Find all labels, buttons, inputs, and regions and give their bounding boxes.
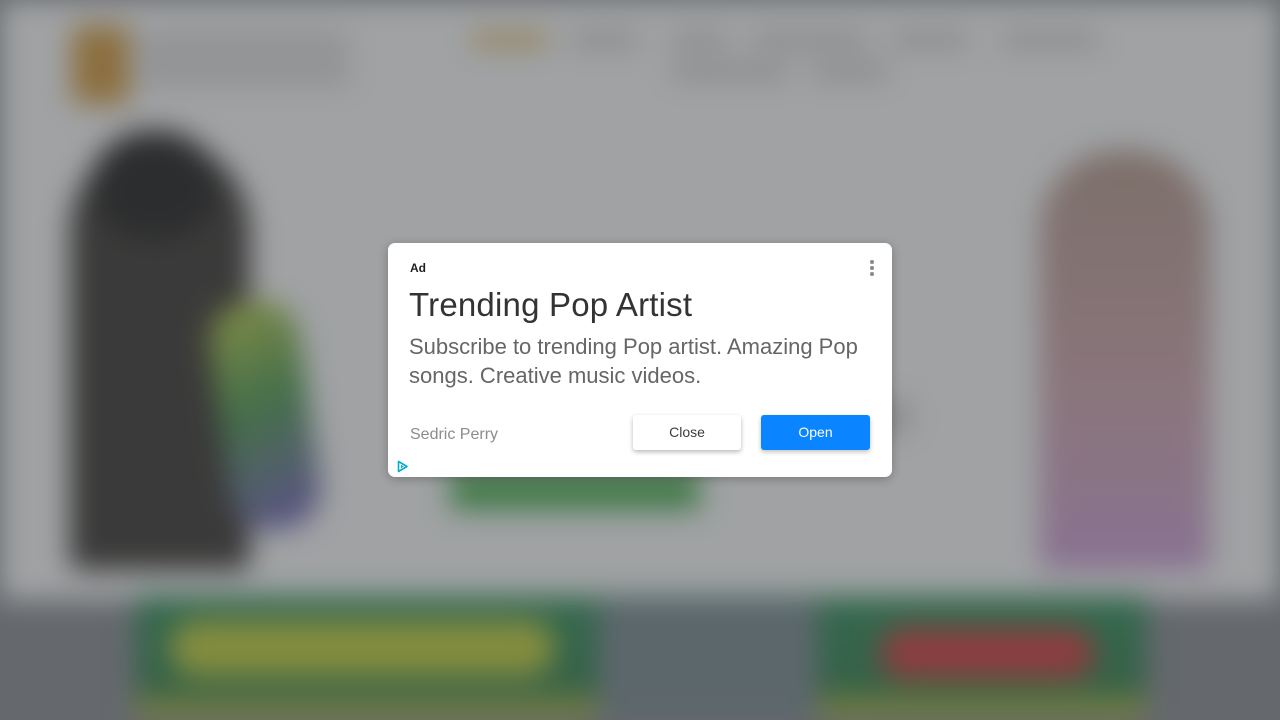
interstitial-ad-dialog: Ad Trending Pop Artist Subscribe to tren… xyxy=(388,243,892,477)
advertiser-name[interactable]: Sedric Perry xyxy=(410,426,498,444)
ad-label: Ad xyxy=(410,261,426,275)
ad-body-text[interactable]: Subscribe to trending Pop artist. Amazin… xyxy=(409,332,869,390)
adchoices-icon[interactable] xyxy=(396,460,409,473)
open-button[interactable]: Open xyxy=(761,415,870,450)
more-vert-icon[interactable] xyxy=(864,258,880,278)
ad-headline[interactable]: Trending Pop Artist xyxy=(409,286,692,324)
page: Ad Trending Pop Artist Subscribe to tren… xyxy=(0,0,1280,720)
close-button[interactable]: Close xyxy=(633,415,741,450)
